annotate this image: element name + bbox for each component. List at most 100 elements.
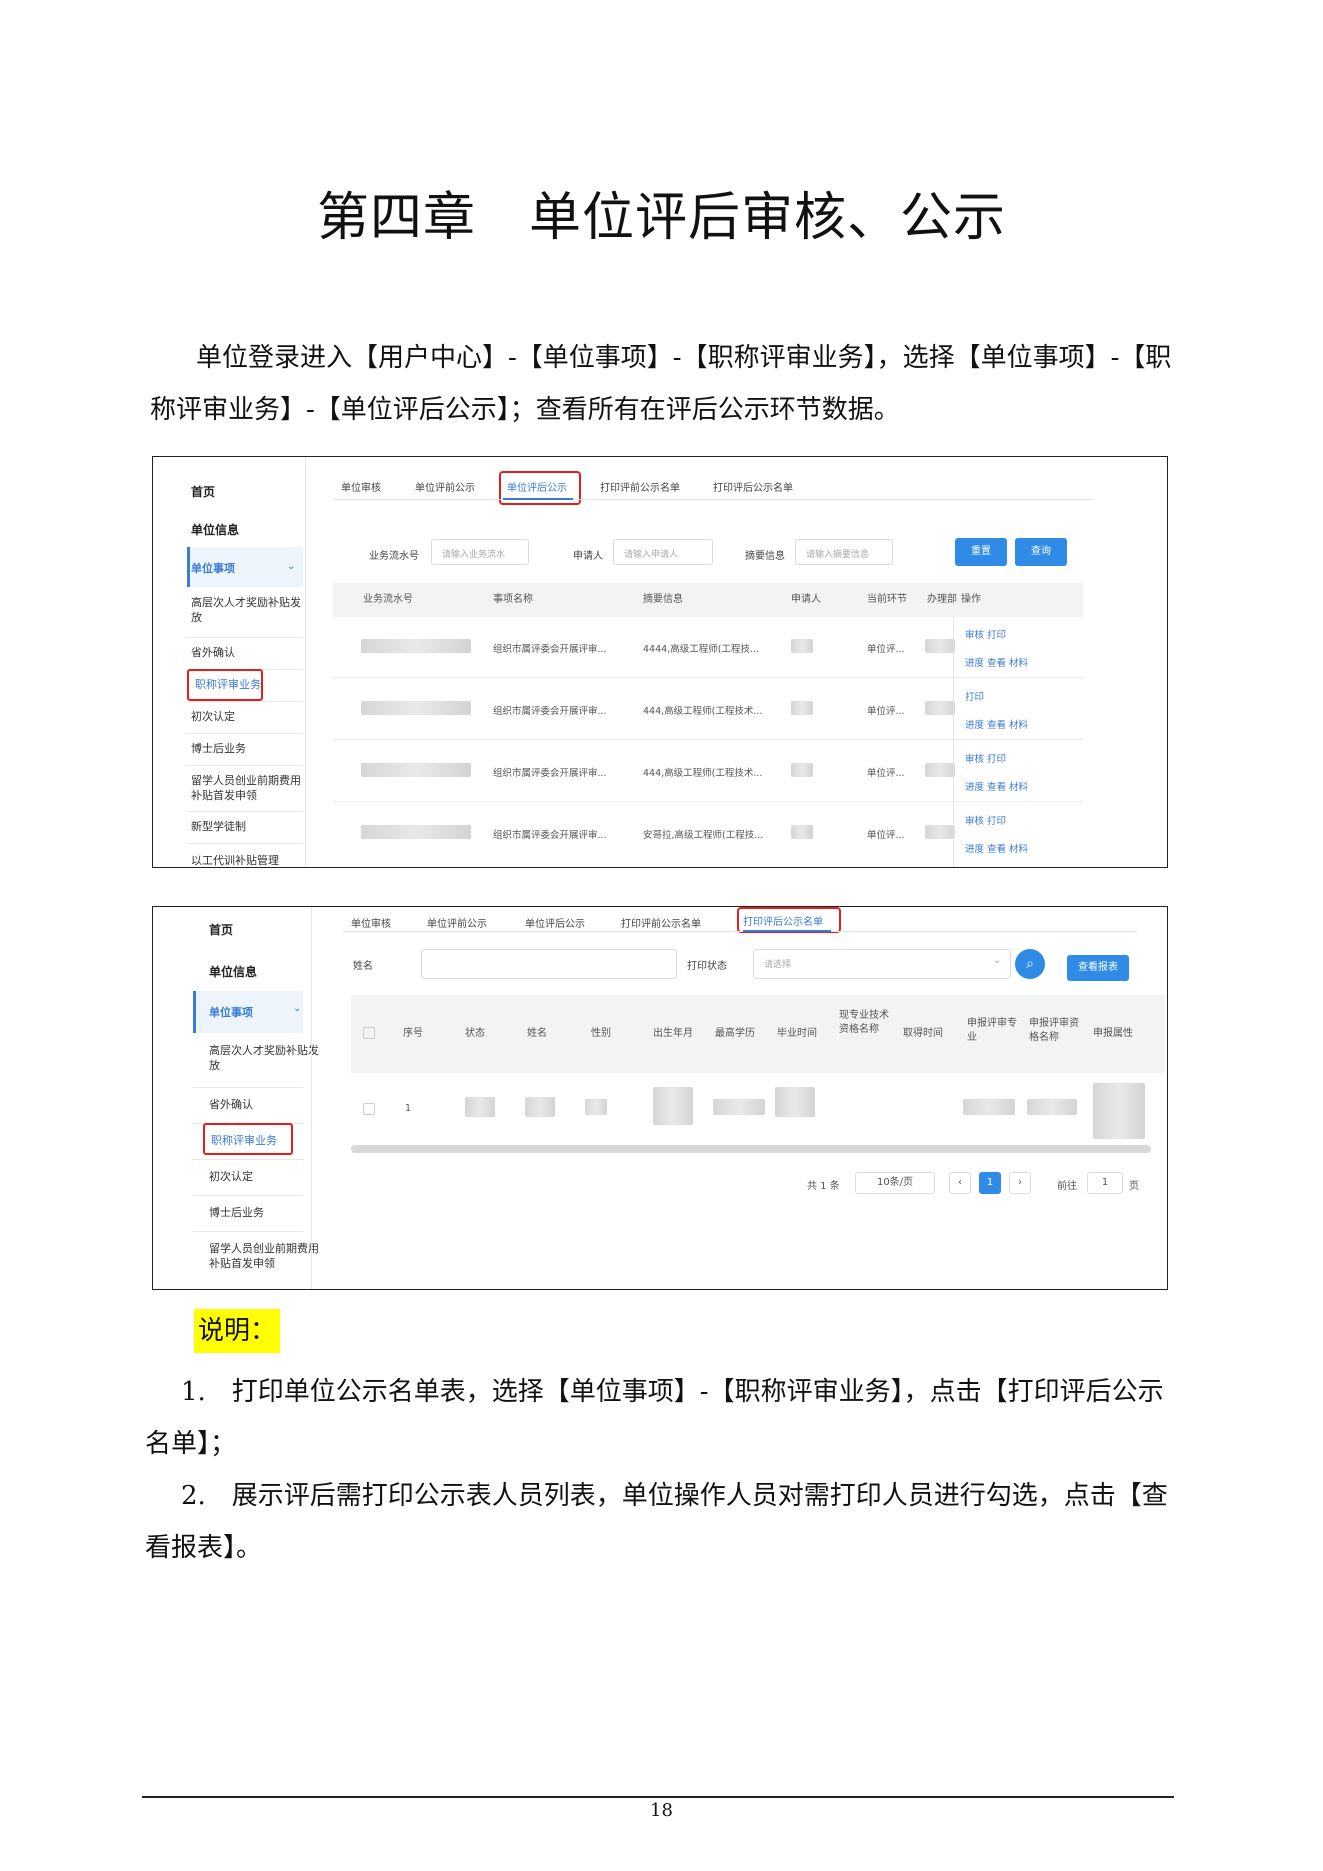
row-item: 组织市属评委会开展评审... — [493, 644, 607, 655]
sidebar-item-unit-info[interactable]: 单位信息 — [209, 965, 319, 980]
sidebar-item-initial-cert[interactable]: 初次认定 — [209, 1169, 319, 1184]
name-input[interactable] — [421, 949, 677, 979]
tab-print-post-list[interactable]: 打印评后公示名单 — [713, 479, 793, 494]
col-name: 姓名 — [527, 1028, 547, 1039]
sidebar-item-postdoc[interactable]: 博士后业务 — [191, 741, 301, 756]
footer-rule — [142, 1796, 1174, 1798]
row-actions-review-print[interactable]: 审核 打印 — [965, 751, 1006, 765]
sidebar-item-out-of-province[interactable]: 省外确认 — [209, 1097, 319, 1112]
row-index: 1 — [405, 1103, 412, 1114]
horizontal-scrollbar[interactable] — [351, 1145, 1151, 1153]
print-status-select[interactable]: 请选择 — [753, 949, 1011, 979]
col-current-title: 现专业技术资格名称 — [839, 1010, 889, 1035]
print-status-label: 打印状态 — [687, 961, 727, 972]
page-size-select[interactable]: 10条/页 — [855, 1172, 935, 1194]
sidebar-item-overseas-startup[interactable]: 留学人员创业前期费用补贴首发申领 — [191, 773, 301, 803]
col-summary: 摘要信息 — [643, 594, 683, 605]
page-unit: 页 — [1129, 1181, 1139, 1192]
goto-input[interactable]: 1 — [1087, 1172, 1123, 1194]
sidebar-item-unit-info[interactable]: 单位信息 — [191, 523, 301, 538]
col-apply-attr: 申报属性 — [1093, 1028, 1133, 1039]
sidebar-item-initial-cert[interactable]: 初次认定 — [191, 709, 301, 724]
row-actions-review-print[interactable]: 审核 打印 — [965, 627, 1006, 641]
sidebar-item-training-subsidy[interactable]: 以工代训补贴管理 — [191, 853, 301, 867]
view-report-button[interactable]: 查看报表 — [1067, 955, 1129, 981]
row-item: 组织市属评委会开展评审... — [493, 706, 607, 717]
col-step: 当前环节 — [867, 594, 907, 605]
row-actions-progress-view-material[interactable]: 进度 查看 材料 — [965, 717, 1028, 731]
col-item: 事项名称 — [493, 594, 533, 605]
col-apply-title: 申报评审资格名称 — [1029, 1018, 1079, 1043]
sidebar-item-unit-matters[interactable]: 单位事项 — [191, 561, 301, 576]
row-summary: 444,高级工程师(工程技术... — [643, 768, 763, 779]
prev-page-button[interactable]: ‹ — [949, 1172, 971, 1194]
chevron-down-icon: ⌄ — [993, 955, 1002, 966]
sidebar-item-title-review[interactable]: 职称评审业务 — [195, 677, 305, 692]
sidebar-item-unit-matters[interactable]: 单位事项 — [209, 1005, 319, 1020]
col-apply-major: 申报评审专业 — [967, 1018, 1017, 1043]
sidebar-item-title-review[interactable]: 职称评审业务 — [211, 1133, 321, 1148]
col-education: 最高学历 — [715, 1028, 755, 1039]
sidebar-item-overseas-startup[interactable]: 留学人员创业前期费用补贴首发申领 — [209, 1241, 319, 1271]
note-heading: 说明： — [194, 1309, 281, 1353]
tab-unit-review[interactable]: 单位审核 — [351, 915, 391, 930]
serial-input[interactable]: 请输入业务流水 — [431, 539, 529, 565]
tab-unit-review[interactable]: 单位审核 — [341, 479, 381, 494]
summary-input[interactable]: 请输入摘要信息 — [795, 539, 893, 565]
summary-label: 摘要信息 — [745, 551, 785, 562]
chevron-down-icon: ⌄ — [287, 561, 296, 572]
col-actions: 操作 — [961, 594, 981, 605]
tab-post-publicity[interactable]: 单位评后公示 — [525, 915, 585, 930]
sidebar-item-apprentice[interactable]: 新型学徒制 — [191, 819, 301, 834]
tab-print-pre-list[interactable]: 打印评前公示名单 — [600, 479, 680, 494]
col-serial: 业务流水号 — [363, 594, 413, 605]
col-birth: 出生年月 — [653, 1028, 693, 1039]
applicant-input[interactable]: 请输入申请人 — [613, 539, 713, 565]
tab-pre-publicity[interactable]: 单位评前公示 — [415, 479, 475, 494]
chevron-down-icon: ⌄ — [293, 1003, 302, 1014]
screenshot-post-review-publicity: 首页 单位信息 单位事项 ⌄ 高层次人才奖励补贴发放 省外确认 职称评审业务 初… — [152, 456, 1168, 868]
current-page[interactable]: 1 — [979, 1172, 1001, 1194]
row-step: 单位评... — [867, 830, 905, 841]
row-actions-progress-view-material[interactable]: 进度 查看 材料 — [965, 779, 1028, 793]
row-summary: 444,高级工程师(工程技术... — [643, 706, 763, 717]
page-number: 18 — [650, 1800, 673, 1821]
sidebar-item-talent-subsidy[interactable]: 高层次人才奖励补贴发放 — [191, 595, 301, 625]
tab-post-publicity[interactable]: 单位评后公示 — [507, 479, 567, 494]
tab-pre-publicity[interactable]: 单位评前公示 — [427, 915, 487, 930]
col-obtain-time: 取得时间 — [903, 1028, 943, 1039]
sidebar-item-out-of-province[interactable]: 省外确认 — [191, 645, 301, 660]
name-label: 姓名 — [353, 961, 373, 972]
reset-button[interactable]: 重置 — [955, 538, 1007, 566]
select-all-checkbox[interactable] — [363, 1027, 375, 1039]
search-icon[interactable]: ⌕ — [1015, 949, 1045, 979]
row-step: 单位评... — [867, 706, 905, 717]
row-actions-print[interactable]: 打印 — [965, 689, 984, 703]
note-item-2: 2. 展示评后需打印公示表人员列表，单位操作人员对需打印人员进行勾选，点击【查看… — [145, 1481, 1168, 1563]
query-button[interactable]: 查询 — [1015, 538, 1067, 566]
sidebar-item-talent-subsidy[interactable]: 高层次人才奖励补贴发放 — [209, 1043, 319, 1073]
row-actions-progress-view-material[interactable]: 进度 查看 材料 — [965, 841, 1028, 855]
sidebar: 首页 单位信息 单位事项 ⌄ 高层次人才奖励补贴发放 省外确认 职称评审业务 初… — [153, 907, 319, 1289]
row-checkbox[interactable] — [363, 1103, 375, 1115]
row-item: 组织市属评委会开展评审... — [493, 768, 607, 779]
pagination-total: 共 1 条 — [807, 1181, 840, 1192]
applicant-label: 申请人 — [573, 551, 603, 562]
tab-print-pre-list[interactable]: 打印评前公示名单 — [621, 915, 701, 930]
row-summary: 安哥拉,高级工程师(工程技... — [643, 830, 764, 841]
serial-label: 业务流水号 — [369, 551, 419, 562]
sidebar-item-postdoc[interactable]: 博士后业务 — [209, 1205, 319, 1220]
intro-paragraph: 单位登录进入【用户中心】-【单位事项】-【职称评审业务】，选择【单位事项】-【职… — [150, 343, 1172, 425]
next-page-button[interactable]: › — [1009, 1172, 1031, 1194]
row-item: 组织市属评委会开展评审... — [493, 830, 607, 841]
sidebar-item-home[interactable]: 首页 — [191, 485, 301, 500]
tab-print-post-list[interactable]: 打印评后公示名单 — [743, 913, 823, 928]
col-dept: 办理部 — [927, 594, 957, 605]
note-item-1: 1. 打印单位公示名单表，选择【单位事项】-【职称评审业务】，点击【打印评后公示… — [145, 1377, 1164, 1459]
sidebar-item-home[interactable]: 首页 — [209, 923, 319, 938]
row-actions-progress-view-material[interactable]: 进度 查看 材料 — [965, 655, 1028, 669]
row-summary: 4444,高级工程师(工程技... — [643, 644, 759, 655]
row-actions-review-print[interactable]: 审核 打印 — [965, 813, 1006, 827]
screenshot-print-post-list: 首页 单位信息 单位事项 ⌄ 高层次人才奖励补贴发放 省外确认 职称评审业务 初… — [152, 906, 1168, 1290]
sidebar: 首页 单位信息 单位事项 ⌄ 高层次人才奖励补贴发放 省外确认 职称评审业务 初… — [153, 457, 303, 867]
